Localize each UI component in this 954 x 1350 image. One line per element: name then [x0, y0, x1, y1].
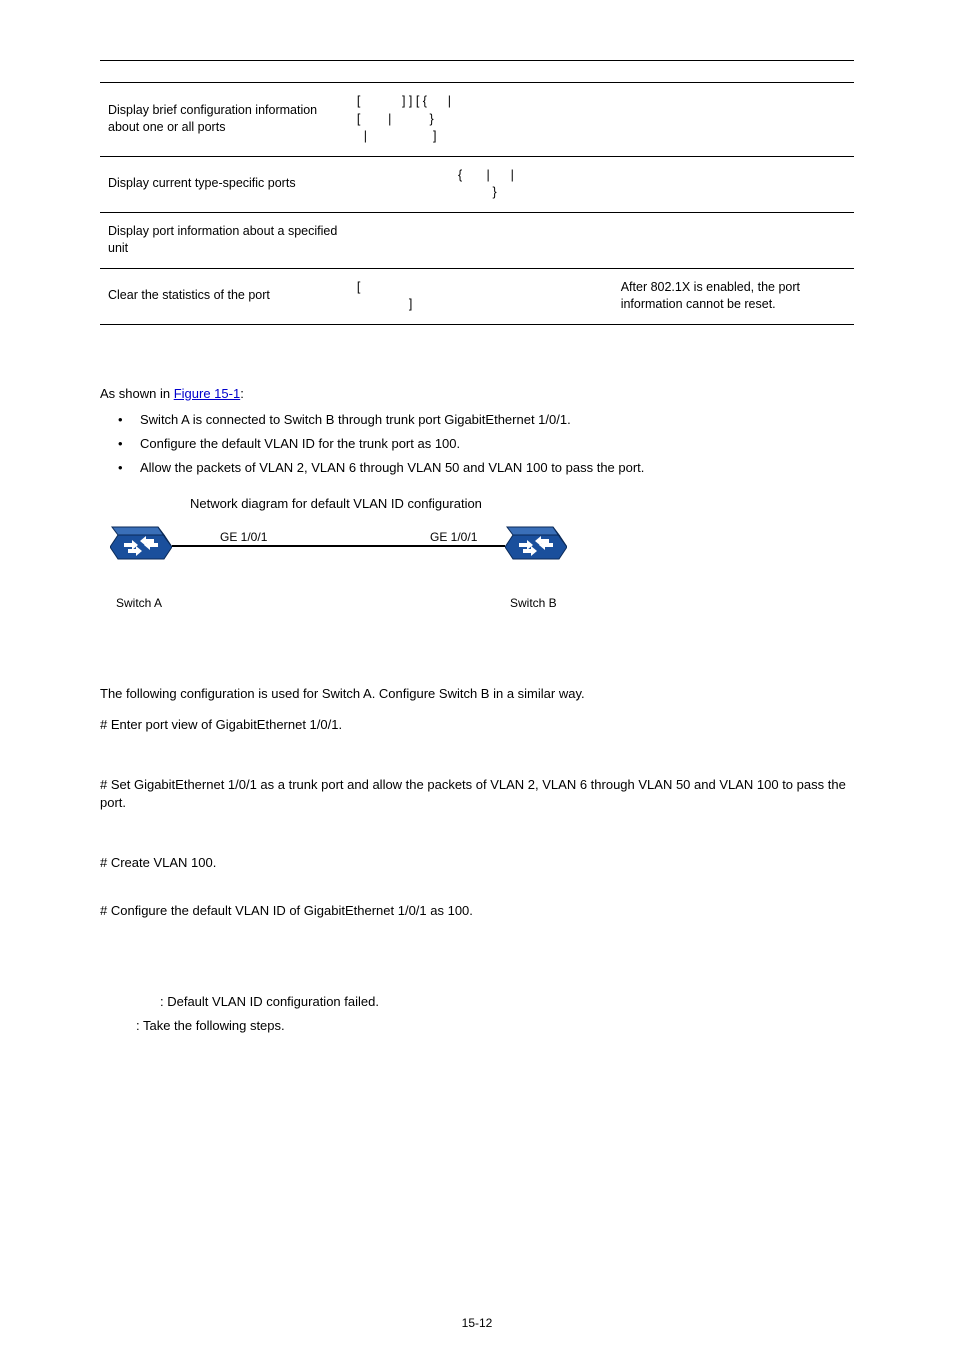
bullet-list: Switch A is connected to Switch B throug… — [100, 411, 854, 478]
figure-link[interactable]: Figure 15-1 — [174, 386, 240, 401]
table-cell-desc: Display brief configuration information … — [100, 83, 349, 157]
page-number: 15-12 — [0, 1315, 954, 1332]
table-row: Clear the statistics of the port [ ] Aft… — [100, 268, 854, 324]
step-1: # Enter port view of GigabitEthernet 1/0… — [100, 716, 854, 734]
table-row: Display port information about a specifi… — [100, 212, 854, 268]
list-item: Configure the default VLAN ID for the tr… — [100, 435, 854, 453]
trouble-line-2: : Take the following steps. — [136, 1017, 854, 1035]
svg-text:SWITCH: SWITCH — [524, 564, 548, 570]
step-2: # Set GigabitEthernet 1/0/1 as a trunk p… — [100, 776, 854, 812]
table-cell-note — [613, 156, 854, 212]
table-cell-desc: Display current type-specific ports — [100, 156, 349, 212]
table-header-row — [100, 61, 854, 83]
step-3: # Create VLAN 100. — [100, 854, 854, 872]
table-cell-desc: Display port information about a specifi… — [100, 212, 349, 268]
trouble-line-1: : Default VLAN ID configuration failed. — [160, 993, 854, 1011]
svg-text:SWITCH: SWITCH — [129, 564, 153, 570]
table-cell-cmd: [ ] ] [ { | [ | } | ] — [349, 83, 613, 157]
switch-a-icon: SWITCH — [110, 523, 172, 571]
intro-paragraph: As shown in Figure 15-1: — [100, 385, 854, 403]
step-4: # Configure the default VLAN ID of Gigab… — [100, 902, 854, 920]
table-cell-cmd — [349, 212, 613, 268]
table-cell-note: After 802.1X is enabled, the port inform… — [613, 268, 854, 324]
table-cell-note — [613, 83, 854, 157]
list-item: Allow the packets of VLAN 2, VLAN 6 thro… — [100, 459, 854, 477]
switch-b-label: Switch B — [510, 595, 557, 612]
table-row: Display brief configuration information … — [100, 83, 854, 157]
port-b-label: GE 1/0/1 — [430, 529, 477, 546]
config-intro: The following configuration is used for … — [100, 685, 854, 703]
troubleshoot-block: : Default VLAN ID configuration failed. … — [100, 957, 854, 1035]
table-row: Display current type-specific ports { | … — [100, 156, 854, 212]
switch-a-label: Switch A — [116, 595, 162, 612]
table-cell-cmd: [ ] — [349, 268, 613, 324]
list-item: Switch A is connected to Switch B throug… — [100, 411, 854, 429]
switch-b-icon: SWITCH — [505, 523, 567, 571]
table-cell-note — [613, 212, 854, 268]
command-table: Display brief configuration information … — [100, 60, 854, 325]
table-cell-cmd: { | | } — [349, 156, 613, 212]
figure-caption: Network diagram for default VLAN ID conf… — [190, 495, 854, 513]
network-diagram: SWITCH SWITCH GE 1/0/1 GE 1/0/1 Switch A… — [110, 523, 590, 633]
port-a-label: GE 1/0/1 — [220, 529, 267, 546]
table-cell-desc: Clear the statistics of the port — [100, 268, 349, 324]
